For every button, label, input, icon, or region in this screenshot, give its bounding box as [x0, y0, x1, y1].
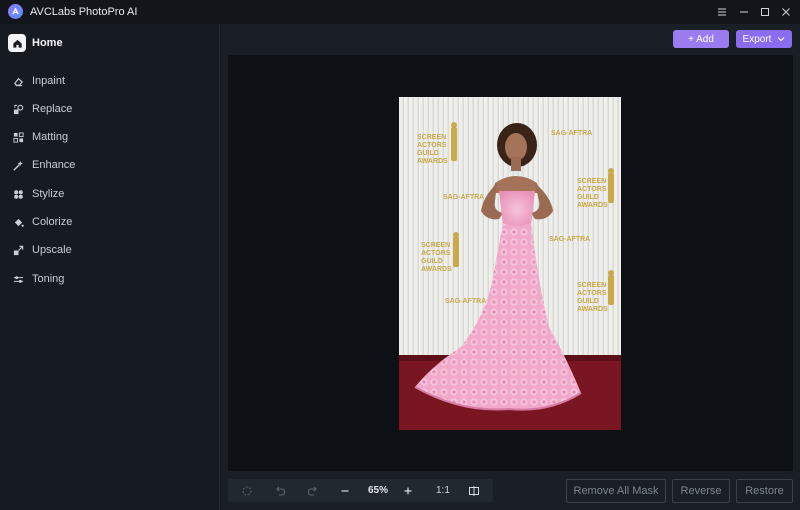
- sidebar-item-inpaint[interactable]: Inpaint: [12, 72, 65, 90]
- sidebar-item-label: Matting: [32, 131, 69, 143]
- sidebar-item-label: Colorize: [32, 216, 73, 228]
- backdrop-logo-text: AWARDS: [577, 202, 608, 209]
- backdrop-logo-text: GUILD: [577, 298, 599, 305]
- stylize-icon: [12, 188, 24, 200]
- close-icon[interactable]: [777, 4, 795, 20]
- sidebar-item-label: Upscale: [32, 244, 72, 256]
- app-window: AVCLabs PhotoPro AI Home Inpaint Replace…: [0, 0, 800, 510]
- backdrop-logo-text: ACTORS: [417, 142, 447, 149]
- export-label: Export: [742, 33, 772, 45]
- sidebar-item-enhance[interactable]: Enhance: [12, 156, 75, 174]
- matting-icon: [12, 131, 24, 143]
- sidebar-item-matting[interactable]: Matting: [12, 128, 68, 146]
- backdrop-logo-text: ACTORS: [577, 186, 607, 193]
- zoom-level: 65%: [368, 485, 389, 496]
- backdrop-logo-text: AWARDS: [421, 266, 452, 273]
- main-panel: + Add Export SCREEN ACTORS GUILD AWARDS …: [221, 24, 800, 510]
- backdrop-logo-text: SCREEN: [417, 134, 446, 141]
- replace-icon: [12, 103, 24, 115]
- photo-preview: SCREEN ACTORS GUILD AWARDS SAG-AFTRA SCR…: [399, 97, 621, 430]
- backdrop-logo-text: GUILD: [421, 258, 443, 265]
- compare-icon[interactable]: [468, 484, 480, 496]
- backdrop-brand-text: SAG-AFTRA: [549, 236, 590, 243]
- upscale-icon: [12, 244, 24, 256]
- redo-icon[interactable]: [307, 484, 319, 496]
- zoom-in-icon[interactable]: [402, 484, 414, 496]
- backdrop-logo-text: SCREEN: [577, 282, 606, 289]
- reverse-button[interactable]: Reverse: [672, 479, 730, 503]
- app-title: AVCLabs PhotoPro AI: [30, 6, 138, 18]
- backdrop-logo-text: ACTORS: [421, 250, 451, 257]
- backdrop-logo-text: GUILD: [417, 150, 439, 157]
- minimize-icon[interactable]: [735, 4, 753, 20]
- sidebar-item-label: Enhance: [32, 159, 76, 171]
- backdrop-brand-text: SAG-AFTRA: [551, 130, 592, 137]
- backdrop-logo-text: ACTORS: [577, 290, 607, 297]
- sidebar: Home Inpaint Replace Matting Enhance Sty…: [0, 24, 220, 510]
- restore-button[interactable]: Restore: [736, 479, 793, 503]
- menu-icon[interactable]: [713, 4, 731, 20]
- colorize-icon: [12, 216, 24, 228]
- maximize-icon[interactable]: [756, 4, 774, 20]
- backdrop-logo-text: SCREEN: [421, 242, 450, 249]
- sidebar-item-label: Stylize: [32, 188, 65, 200]
- backdrop-logo-text: GUILD: [577, 194, 599, 201]
- eraser-icon: [12, 75, 24, 87]
- sidebar-item-label: Home: [32, 37, 63, 49]
- actual-size-button[interactable]: 1:1: [436, 485, 450, 496]
- backdrop-logo-text: SCREEN: [577, 178, 606, 185]
- enhance-icon: [12, 159, 24, 171]
- sidebar-item-replace[interactable]: Replace: [12, 100, 72, 118]
- preview-canvas[interactable]: SCREEN ACTORS GUILD AWARDS SAG-AFTRA SCR…: [228, 55, 793, 471]
- chevron-down-icon: [778, 37, 785, 42]
- export-button[interactable]: Export: [736, 30, 792, 48]
- sidebar-item-colorize[interactable]: Colorize: [12, 213, 72, 231]
- zoom-out-icon[interactable]: [339, 484, 351, 496]
- backdrop-brand-text: SAG-AFTRA: [445, 298, 486, 305]
- canvas-toolbar: 65% 1:1: [228, 479, 493, 502]
- remove-all-mask-button[interactable]: Remove All Mask: [566, 479, 666, 503]
- backdrop-logo-text: AWARDS: [417, 158, 448, 165]
- sidebar-item-label: Toning: [32, 273, 65, 285]
- avclabs-logo-icon: [8, 4, 23, 19]
- selection-icon[interactable]: [241, 484, 253, 496]
- sidebar-item-upscale[interactable]: Upscale: [12, 241, 72, 259]
- sidebar-item-home[interactable]: Home: [8, 32, 63, 54]
- title-bar: AVCLabs PhotoPro AI: [0, 0, 800, 24]
- sidebar-item-label: Inpaint: [32, 75, 66, 87]
- backdrop-logo-text: AWARDS: [577, 306, 608, 313]
- sidebar-item-stylize[interactable]: Stylize: [12, 185, 64, 203]
- sidebar-item-label: Replace: [32, 103, 73, 115]
- home-icon: [8, 34, 26, 52]
- toning-icon: [12, 273, 24, 285]
- undo-icon[interactable]: [274, 484, 286, 496]
- backdrop-brand-text: SAG-AFTRA: [443, 194, 484, 201]
- sidebar-item-toning[interactable]: Toning: [12, 270, 64, 288]
- add-button[interactable]: + Add: [673, 30, 729, 48]
